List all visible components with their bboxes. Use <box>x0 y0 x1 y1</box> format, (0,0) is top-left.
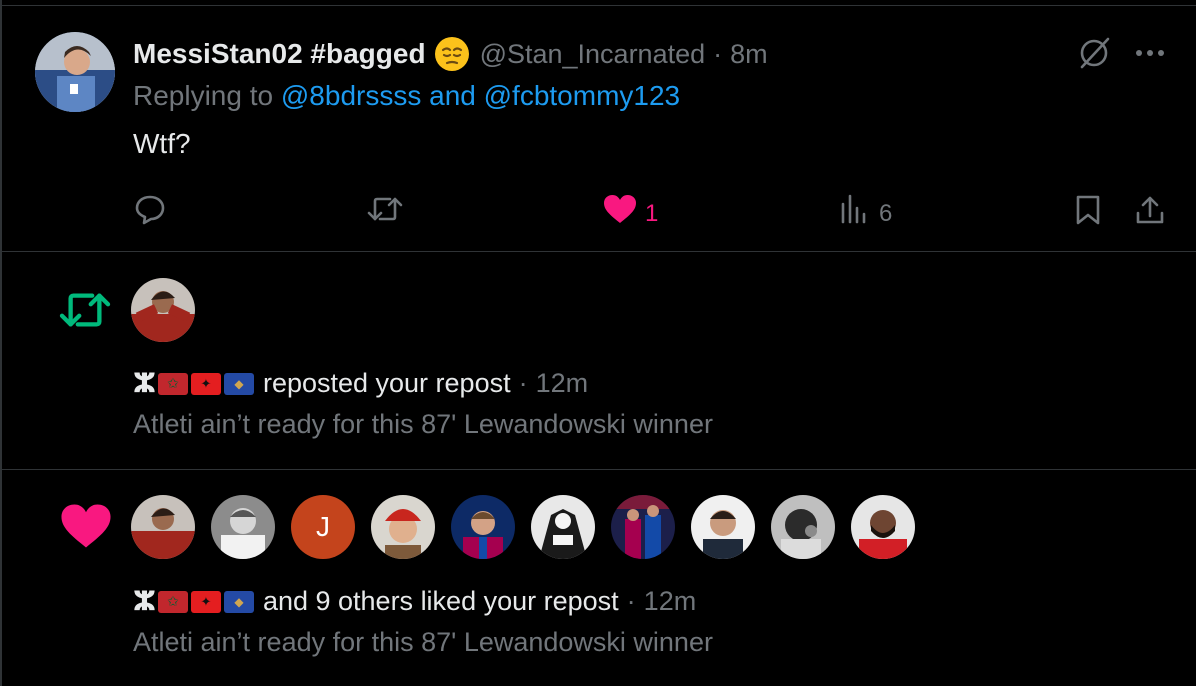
handle[interactable]: @Stan_Incarnated <box>480 39 706 70</box>
bookmark-icon[interactable] <box>1068 190 1108 230</box>
avatar[interactable] <box>691 495 755 559</box>
user-name[interactable]: ⵣ ✩ ✦ ◆ <box>133 368 257 399</box>
replying-to-line: Replying to @8bdrssss and @fcbtommy123 <box>133 80 680 112</box>
timestamp[interactable]: 8m <box>730 39 768 70</box>
separator: · <box>626 586 636 616</box>
quoted-text: Atleti ain’t ready for this 87' Lewandow… <box>133 409 713 439</box>
repost-notification[interactable]: ⵣ ✩ ✦ ◆ reposted your repost · 12m Atlet… <box>2 252 1196 469</box>
display-name[interactable]: MessiStan02 #bagged <box>133 38 426 70</box>
avatar[interactable] <box>531 495 595 559</box>
repost-icon[interactable] <box>364 189 406 229</box>
avatar[interactable] <box>771 495 835 559</box>
quoted-text: Atleti ain’t ready for this 87' Lewandow… <box>133 627 713 657</box>
avatar[interactable]: J <box>291 495 355 559</box>
avatar[interactable] <box>371 495 435 559</box>
separator: · <box>518 368 528 398</box>
morocco-flag-icon: ✩ <box>157 372 188 395</box>
avatar-initial: J <box>316 511 330 542</box>
avatar[interactable] <box>211 495 275 559</box>
tweet-reply[interactable]: MessiStan02 #bagged @Stan_Incarnated · 8… <box>2 6 1196 251</box>
pensive-face-emoji-icon <box>434 36 470 72</box>
name-glyph: ⵣ <box>133 586 156 616</box>
more-icon[interactable] <box>1130 33 1170 73</box>
name-glyph: ⵣ <box>133 368 156 398</box>
albania-flag-icon: ✦ <box>190 590 221 613</box>
kosovo-flag-icon: ◆ <box>223 590 254 613</box>
like-line: ⵣ ✩ ✦ ◆ and 9 others liked your repost ·… <box>133 586 696 617</box>
reply-icon[interactable] <box>130 189 170 229</box>
action-text: and 9 others liked your repost <box>262 586 619 616</box>
replying-to-users[interactable]: @8bdrssss and @fcbtommy123 <box>281 80 680 111</box>
avatar[interactable] <box>851 495 915 559</box>
repost-icon <box>54 285 116 335</box>
albania-flag-icon: ✦ <box>190 372 221 395</box>
like-count: 1 <box>645 200 659 227</box>
heart-filled-icon <box>58 502 114 550</box>
avatar[interactable] <box>35 32 115 112</box>
separator: · <box>713 38 723 69</box>
user-name[interactable]: ⵣ ✩ ✦ ◆ <box>133 586 257 617</box>
action-text: reposted your repost <box>262 368 511 398</box>
like-icon[interactable] <box>600 191 640 227</box>
replying-prefix: Replying to <box>133 80 274 111</box>
tweet-header: MessiStan02 #bagged @Stan_Incarnated · 8… <box>133 34 768 74</box>
like-notification[interactable]: J ⵣ ✩ ✦ ◆ and 9 others liked your repost… <box>2 470 1196 686</box>
views-icon[interactable] <box>838 192 870 226</box>
views-count: 6 <box>879 200 893 227</box>
repost-line: ⵣ ✩ ✦ ◆ reposted your repost · 12m <box>133 368 588 399</box>
tweet-text: Wtf? <box>133 128 191 159</box>
avatar[interactable] <box>131 278 195 342</box>
grok-icon[interactable] <box>1074 33 1114 73</box>
timestamp: 12m <box>535 368 589 398</box>
timestamp: 12m <box>643 586 697 616</box>
avatar[interactable] <box>611 495 675 559</box>
avatar[interactable] <box>451 495 515 559</box>
morocco-flag-icon: ✩ <box>157 590 188 613</box>
kosovo-flag-icon: ◆ <box>223 372 254 395</box>
avatar[interactable] <box>131 495 195 559</box>
share-icon[interactable] <box>1130 190 1170 230</box>
